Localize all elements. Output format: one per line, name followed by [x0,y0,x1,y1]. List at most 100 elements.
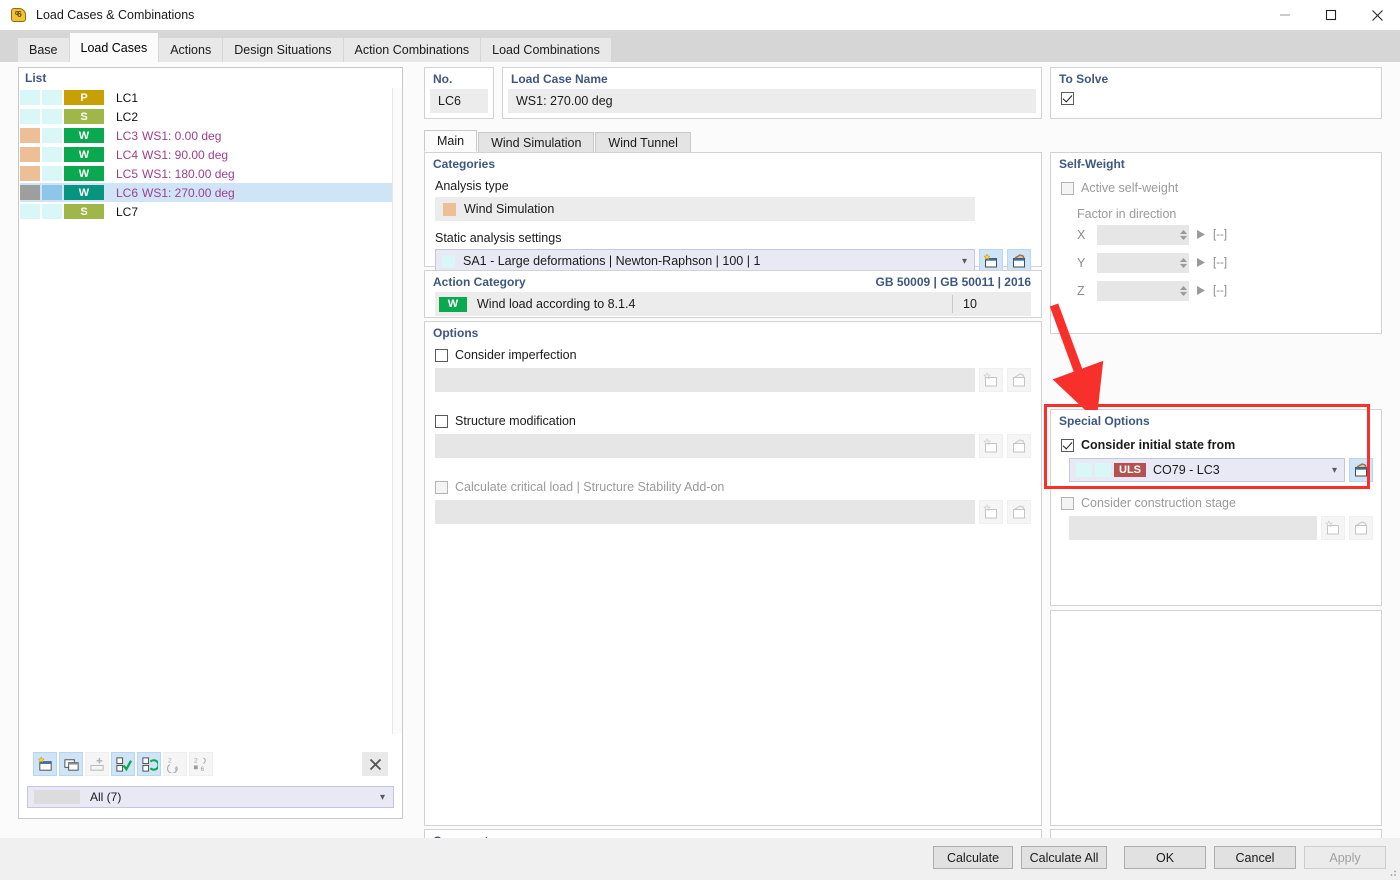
tab-load-cases[interactable]: Load Cases [69,32,159,62]
option-label: Structure modification [455,414,576,428]
apply-button: Apply [1304,846,1386,869]
no-label: No. [433,72,453,86]
factor-play-icon [1197,284,1205,298]
list-item[interactable]: W LC5 WS1: 180.00 deg [20,164,401,183]
chevron-down-icon: ▾ [379,791,385,803]
list-item[interactable]: W LC3 WS1: 0.00 deg [20,126,401,145]
close-icon[interactable] [1354,0,1400,30]
minimize-icon[interactable] [1262,0,1308,30]
static-settings-label: Static analysis settings [435,231,562,245]
load-case-name-field[interactable]: WS1: 270.00 deg [508,89,1036,113]
invert-selection-button[interactable] [137,752,161,776]
option-value-field [435,368,975,392]
import-load-case-button [85,752,109,776]
row-number: LC2 [116,109,139,124]
no-group: No. LC6 [424,67,494,119]
static-settings-value: SA1 - Large deformations | Newton-Raphso… [463,254,761,268]
option-row[interactable]: Consider imperfection [435,348,1031,362]
construction-stage-row[interactable]: Consider construction stage [1051,482,1381,510]
static-settings-swatch [442,254,455,268]
select-all-button[interactable] [111,752,135,776]
active-self-weight-row[interactable]: Active self-weight [1051,171,1381,195]
row-color-swatch-2 [42,109,62,124]
row-color-swatch-1 [20,109,40,124]
row-number: LC1 [116,90,139,105]
cancel-button[interactable]: Cancel [1214,846,1296,869]
options-title: Options [433,326,479,340]
load-case-list-panel: List P LC1 S LC2 W LC3 WS1: 0.00 deg W LC4 WS1: 9… [18,67,403,819]
inner-tab-label: Main [437,134,465,148]
list-filter-dropdown[interactable]: All (7) ▾ [27,786,394,808]
tab-actions[interactable]: Actions [159,37,223,62]
load-case-list[interactable]: P LC1 S LC2 W LC3 WS1: 0.00 deg W LC4 WS1: 90.00 … [20,88,401,818]
row-color-swatch-2 [42,147,62,162]
categories-group: Categories Analysis type Wind Simulation… [424,152,1042,273]
tab-base[interactable]: Base [18,37,69,62]
edit-option-icon [1007,500,1031,524]
construction-stage-checkbox[interactable] [1061,496,1074,510]
inner-tab-wind-simulation[interactable]: Wind Simulation [478,132,595,152]
tab-action-combinations[interactable]: Action Combinations [343,37,481,62]
special-options-group: Special Options Consider initial state f… [1050,409,1382,606]
svg-text:6: 6 [200,766,204,773]
row-name: WS1: 270.00 deg [142,185,235,200]
option-row[interactable]: Structure modification [435,414,1031,428]
option-checkbox[interactable] [435,414,448,428]
list-item[interactable]: P LC1 [20,88,401,107]
copy-load-case-button[interactable] [59,752,83,776]
analysis-type-label: Analysis type [435,179,509,193]
initial-state-dropdown[interactable]: ULS CO79 - LC3 ▾ [1069,458,1345,482]
tab-design-situations[interactable]: Design Situations [223,37,343,62]
no-value: LC6 [430,89,488,113]
ok-button[interactable]: OK [1124,846,1206,869]
calculate-all-button[interactable]: Calculate All [1021,846,1107,869]
categories-title: Categories [433,157,496,171]
row-color-swatch-1 [20,128,40,143]
row-type-tag: W [64,128,104,143]
button-label: Calculate All [1029,850,1099,865]
chevron-down-icon: ▾ [1331,464,1337,476]
maximize-icon[interactable] [1308,0,1354,30]
factor-direction-label: Factor in direction [1077,207,1177,221]
initial-state-checkbox[interactable] [1061,438,1074,452]
active-self-weight-checkbox[interactable] [1061,181,1074,195]
action-category-row[interactable]: W Wind load according to 8.1.4 10 [435,292,1031,316]
spinner-arrows [1180,230,1187,240]
options-group: Options Consider imperfection Structure m… [424,321,1042,826]
list-item[interactable]: S LC2 [20,107,401,126]
self-weight-group: Self-Weight Active self-weight Factor in… [1050,152,1382,334]
to-solve-checkbox[interactable] [1061,92,1074,105]
action-category-number: 10 [963,297,977,311]
initial-state-row[interactable]: Consider initial state from [1051,428,1381,452]
window-controls [1262,0,1400,30]
delete-button[interactable] [362,752,388,776]
list-item[interactable]: W LC4 WS1: 90.00 deg [20,145,401,164]
row-number: LC6 [116,185,139,200]
inner-tab-wind-tunnel[interactable]: Wind Tunnel [595,132,691,152]
factor-unit: [--] [1213,285,1228,297]
inner-tab-label: Wind Simulation [491,135,582,150]
row-number: LC3 [116,128,139,143]
row-color-swatch-2 [42,204,62,219]
option-row[interactable]: Calculate critical load | Structure Stab… [435,480,1031,494]
list-item[interactable]: S LC7 [20,202,401,221]
calculate-button[interactable]: Calculate [933,846,1013,869]
option-checkbox[interactable] [435,348,448,362]
row-color-swatch-2 [42,185,62,200]
action-category-text: Wind load according to 8.1.4 [477,297,636,311]
edit-initial-state-icon[interactable] [1349,458,1373,482]
tab-label: Load Cases [80,40,148,55]
list-item[interactable]: W LC6 WS1: 270.00 deg [20,183,401,202]
load-case-name-label: Load Case Name [511,72,608,86]
list-scrollbar[interactable] [392,88,402,734]
tab-label: Actions [170,43,212,57]
inner-tab-main[interactable]: Main [424,130,478,152]
resize-grip[interactable] [1387,867,1397,877]
tab-load-combinations[interactable]: Load Combinations [481,37,611,62]
row-number: LC7 [116,204,139,219]
action-category-standard: GB 50009 | GB 50011 | 2016 [875,275,1032,289]
action-category-group: Action Category GB 50009 | GB 50011 | 20… [424,270,1042,318]
new-load-case-button[interactable] [33,752,57,776]
factor-x-input [1097,225,1189,245]
analysis-type-field[interactable]: Wind Simulation [435,197,975,221]
